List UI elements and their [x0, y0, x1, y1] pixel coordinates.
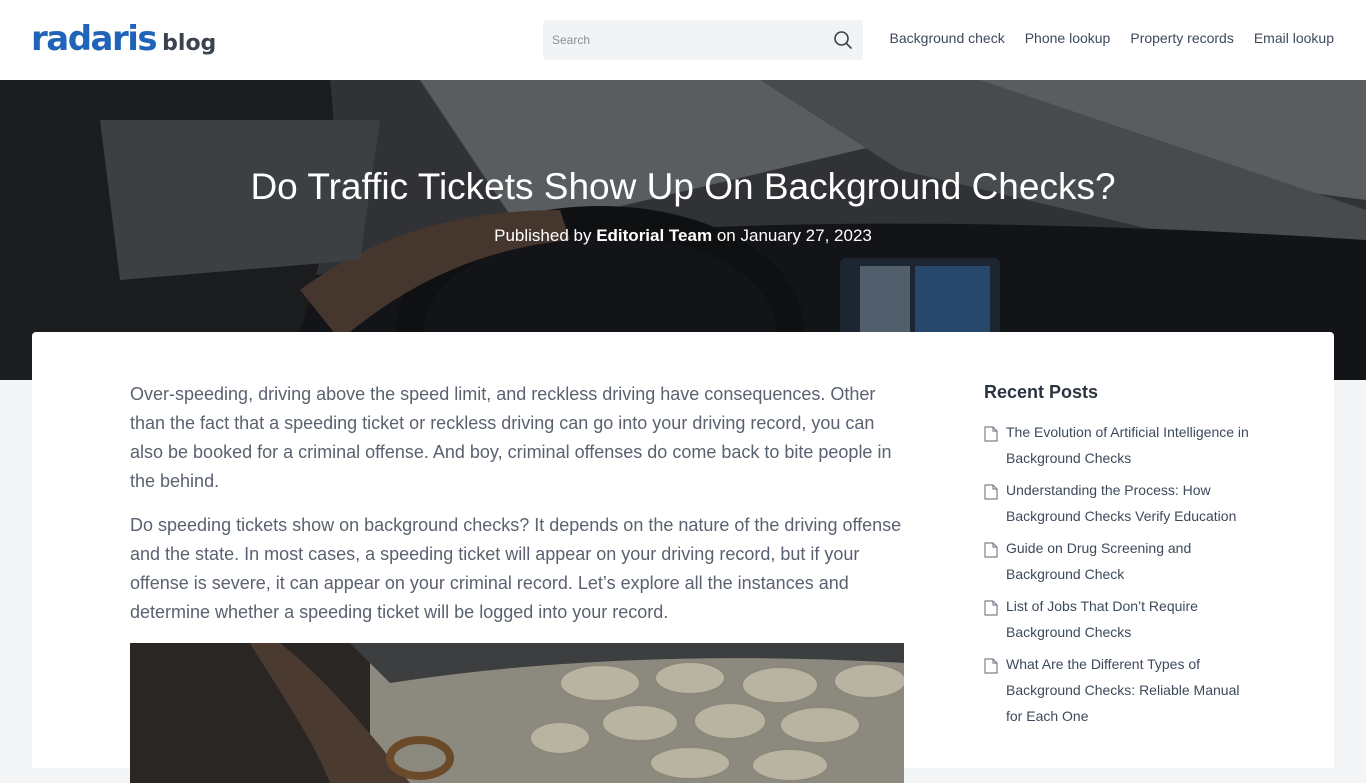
document-icon — [984, 542, 998, 558]
site-header: radaris blog Background check Phone look… — [0, 0, 1366, 80]
article-body: Over-speeding, driving above the speed l… — [130, 380, 904, 783]
recent-post-item: List of Jobs That Don’t Require Backgrou… — [984, 597, 1254, 645]
document-icon — [984, 484, 998, 500]
post-author[interactable]: Editorial Team — [596, 226, 712, 245]
search-box — [543, 20, 863, 60]
post-meta: Published by Editorial Team on January 2… — [0, 226, 1366, 246]
nav-phone-lookup[interactable]: Phone lookup — [1025, 30, 1111, 46]
document-icon — [984, 426, 998, 442]
site-logo[interactable]: radaris blog — [31, 22, 216, 56]
recent-post-link[interactable]: Understanding the Process: How Backgroun… — [1006, 477, 1254, 529]
document-icon — [984, 658, 998, 674]
main-nav: Background check Phone lookup Property r… — [890, 30, 1334, 46]
post-date: January 27, 2023 — [740, 226, 872, 245]
article-paragraph: Do speeding tickets show on background c… — [130, 515, 902, 622]
logo-blog-label: blog — [162, 31, 217, 56]
published-prefix: Published by — [494, 226, 592, 245]
recent-post-item: What Are the Different Types of Backgrou… — [984, 655, 1254, 729]
logo-wordmark: radaris — [31, 19, 158, 59]
sidebar-heading: Recent Posts — [984, 382, 1099, 402]
recent-post-item: Guide on Drug Screening and Background C… — [984, 539, 1254, 587]
content-card: Over-speeding, driving above the speed l… — [32, 332, 1334, 783]
document-icon — [984, 600, 998, 616]
sidebar-recent-posts: Recent Posts The Evolution of Artificial… — [984, 382, 1254, 739]
recent-post-item: The Evolution of Artificial Intelligence… — [984, 423, 1254, 471]
recent-post-link[interactable]: The Evolution of Artificial Intelligence… — [1006, 419, 1254, 471]
page-title: Do Traffic Tickets Show Up On Background… — [250, 166, 1116, 207]
article-paragraph: Over-speeding, driving above the speed l… — [130, 384, 892, 491]
recent-post-item: Understanding the Process: How Backgroun… — [984, 481, 1254, 529]
article-image — [130, 643, 904, 783]
search-input[interactable] — [543, 20, 823, 60]
search-icon[interactable] — [833, 30, 853, 50]
nav-email-lookup[interactable]: Email lookup — [1254, 30, 1334, 46]
recent-post-link[interactable]: List of Jobs That Don’t Require Backgrou… — [1006, 593, 1254, 645]
recent-post-link[interactable]: What Are the Different Types of Backgrou… — [1006, 651, 1254, 729]
nav-property-records[interactable]: Property records — [1130, 30, 1233, 46]
nav-background-check[interactable]: Background check — [890, 30, 1005, 46]
date-prefix: on — [716, 226, 736, 245]
recent-post-link[interactable]: Guide on Drug Screening and Background C… — [1006, 535, 1254, 587]
